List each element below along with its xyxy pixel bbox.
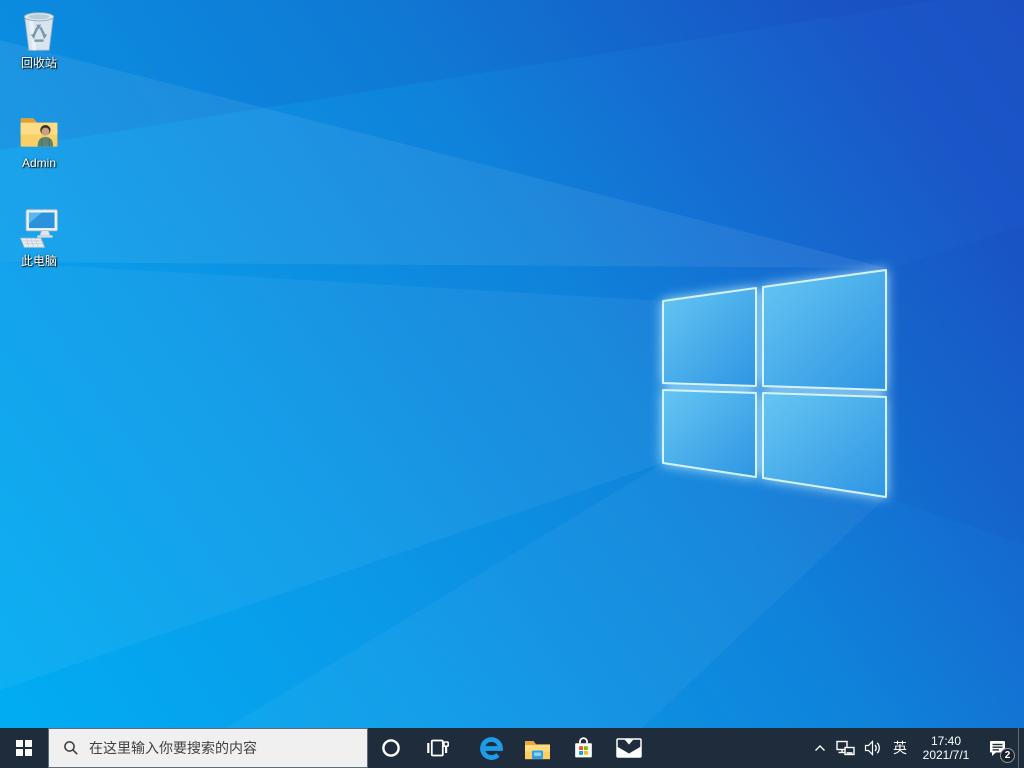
network-button[interactable] (832, 728, 859, 768)
desktop-icon-label: 回收站 (20, 56, 57, 70)
cortana-icon (382, 739, 400, 757)
taskbar-empty-area (652, 728, 808, 768)
ethernet-icon (836, 740, 855, 755)
language-label: 英 (893, 740, 907, 756)
date-label: 2021/7/1 (922, 748, 970, 762)
start-button[interactable] (0, 728, 48, 768)
search-placeholder: 在这里输入你要搜索的内容 (89, 740, 257, 756)
show-desktop-button[interactable] (1018, 728, 1024, 768)
desktop[interactable]: 回收站 Admin 此电脑 在这里输入你要搜索的内容 英 17:40 2021/… (0, 0, 1024, 768)
file-explorer-button[interactable] (514, 728, 560, 768)
hidden-icons-button[interactable] (808, 728, 832, 768)
task-view-button[interactable] (414, 728, 460, 768)
taskbar-search-input[interactable]: 在这里输入你要搜索的内容 (48, 728, 368, 768)
edge-button[interactable] (468, 728, 514, 768)
wallpaper-windows-logo (0, 0, 1024, 768)
system-tray: 英 17:40 2021/7/1 2 (808, 728, 1024, 768)
desktop-icon-this-pc[interactable]: 此电脑 (2, 206, 76, 268)
store-button[interactable] (560, 728, 606, 768)
windows-logo-icon (16, 740, 32, 756)
chevron-up-icon (815, 745, 825, 751)
search-icon (64, 741, 78, 755)
clock[interactable]: 17:40 2021/7/1 (914, 728, 978, 768)
cortana-button[interactable] (368, 728, 414, 768)
desktop-icon-label: Admin (21, 156, 56, 170)
user-folder-icon (20, 118, 58, 147)
recycle-bin-icon (23, 12, 55, 51)
desktop-icon-label: 此电脑 (20, 254, 57, 268)
notification-badge: 2 (1000, 748, 1015, 763)
store-icon (574, 736, 592, 757)
speaker-icon (864, 740, 880, 756)
mail-button[interactable] (606, 728, 652, 768)
edge-icon (479, 736, 503, 760)
task-view-icon (427, 739, 449, 757)
file-explorer-icon (524, 740, 550, 759)
desktop-icon-admin-folder[interactable]: Admin (2, 108, 76, 170)
action-center-button[interactable]: 2 (978, 728, 1018, 768)
volume-button[interactable] (859, 728, 886, 768)
taskbar: 在这里输入你要搜索的内容 英 17:40 2021/7/1 2 (0, 728, 1024, 768)
mail-icon (616, 738, 642, 758)
language-indicator[interactable]: 英 (886, 728, 914, 768)
time-label: 17:40 (930, 733, 962, 748)
this-pc-icon (19, 209, 58, 248)
desktop-icon-recycle-bin[interactable]: 回收站 (2, 8, 76, 70)
